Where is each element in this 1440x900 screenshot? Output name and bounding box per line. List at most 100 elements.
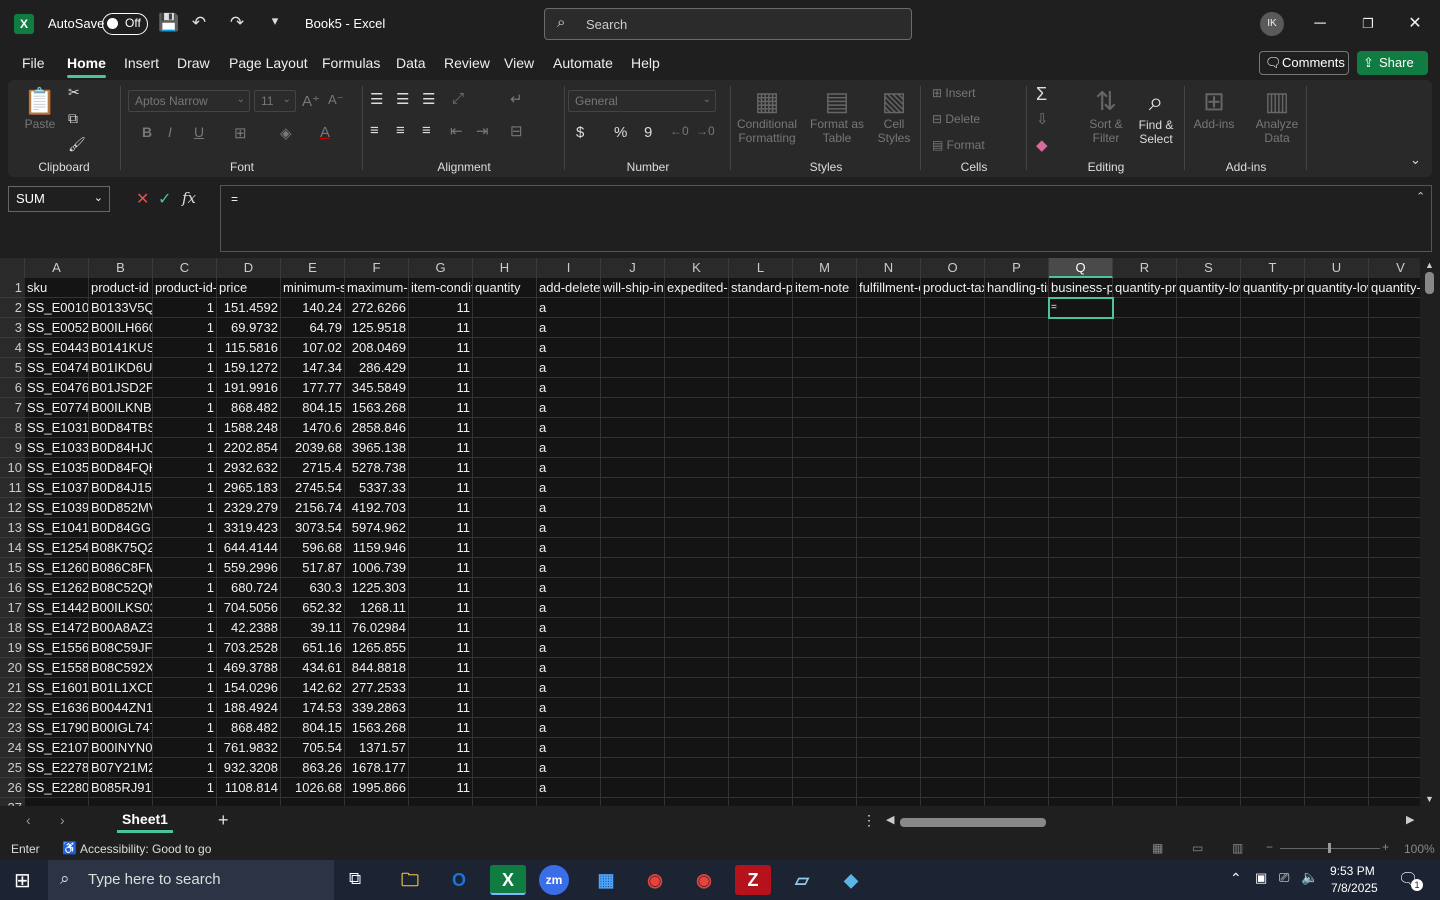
table-cell[interactable]: B08C592X [89,658,153,678]
table-cell[interactable] [729,378,793,398]
table-cell[interactable] [1113,498,1177,518]
table-cell[interactable]: a [537,318,601,338]
table-cell[interactable]: 11 [409,438,473,458]
table-cell[interactable] [1113,778,1177,798]
borders-icon[interactable]: ⊞ [234,124,247,142]
table-cell[interactable] [921,558,985,578]
table-cell[interactable] [665,758,729,778]
column-header[interactable]: U [1305,258,1369,278]
column-header[interactable]: A [25,258,89,278]
table-cell[interactable] [601,698,665,718]
table-cell[interactable] [1305,638,1369,658]
row-header[interactable]: 12 [0,498,25,518]
merge-center-icon[interactable]: ⊟ [510,122,523,140]
table-cell[interactable]: 277.2533 [345,678,409,698]
table-cell[interactable] [921,438,985,458]
table-cell[interactable] [1049,458,1113,478]
table-cell[interactable] [729,318,793,338]
table-cell[interactable]: 11 [409,578,473,598]
table-cell[interactable]: 1 [153,538,217,558]
row-header[interactable]: 27 [0,798,25,806]
column-header[interactable]: G [409,258,473,278]
table-cell[interactable] [1049,638,1113,658]
table-cell[interactable]: 188.4924 [217,698,281,718]
table-cell[interactable]: 2039.68 [281,438,345,458]
table-cell[interactable] [1241,338,1305,358]
search-box[interactable]: ⌕ Search [544,8,912,40]
network-icon[interactable]: ⎚ [1279,870,1289,886]
table-cell[interactable] [985,398,1049,418]
table-cell[interactable] [793,318,857,338]
table-cell[interactable]: 1 [153,318,217,338]
table-cell[interactable] [1369,298,1420,318]
column-title-cell[interactable]: quantity-price-1 [1241,278,1305,298]
table-cell[interactable]: 11 [409,418,473,438]
zoom-app-icon[interactable]: zm [539,865,569,895]
table-cell[interactable] [1369,398,1420,418]
save-icon[interactable]: 💾 [158,13,180,33]
table-cell[interactable]: a [537,738,601,758]
table-cell[interactable] [1049,318,1113,338]
table-cell[interactable]: 1 [153,398,217,418]
table-cell[interactable]: 11 [409,558,473,578]
table-cell[interactable]: 1108.814 [217,778,281,798]
windows-start-icon[interactable]: ⊞ [14,868,31,893]
table-cell[interactable]: 64.79 [281,318,345,338]
table-cell[interactable]: 2202.854 [217,438,281,458]
table-cell[interactable] [921,398,985,418]
align-left-icon[interactable]: ≡ [370,122,379,139]
table-cell[interactable] [473,718,537,738]
table-cell[interactable] [1241,558,1305,578]
table-cell[interactable] [1241,738,1305,758]
table-cell[interactable] [793,698,857,718]
table-cell[interactable] [729,418,793,438]
table-cell[interactable] [473,578,537,598]
row-header[interactable]: 3 [0,318,25,338]
table-cell[interactable] [1369,358,1420,378]
table-cell[interactable]: B0141KUS [89,338,153,358]
table-cell[interactable] [857,438,921,458]
column-title-cell[interactable]: minimum-seller-allowed-price [281,278,345,298]
table-cell[interactable] [729,578,793,598]
table-cell[interactable] [89,798,153,806]
table-cell[interactable]: 11 [409,738,473,758]
table-cell[interactable]: 142.62 [281,678,345,698]
row-header[interactable]: 15 [0,558,25,578]
table-cell[interactable]: SS_E00527 [25,318,89,338]
column-title-cell[interactable]: maximum-seller-allowed-price [345,278,409,298]
table-cell[interactable]: 125.9518 [345,318,409,338]
table-cell[interactable]: a [537,418,601,438]
table-cell[interactable]: 596.68 [281,538,345,558]
table-cell[interactable] [921,518,985,538]
table-cell[interactable]: 704.5056 [217,598,281,618]
column-header[interactable]: I [537,258,601,278]
table-cell[interactable] [729,638,793,658]
increase-indent-icon[interactable]: ⇥ [476,122,489,140]
table-cell[interactable] [1241,678,1305,698]
table-cell[interactable]: a [537,618,601,638]
align-bottom-icon[interactable]: ☰ [422,90,435,108]
table-cell[interactable]: a [537,678,601,698]
table-cell[interactable]: B0D84HJQ [89,438,153,458]
font-name-dropdown[interactable]: Aptos Narrow ⌄ [128,90,250,112]
table-cell[interactable]: 651.16 [281,638,345,658]
table-cell[interactable]: 868.482 [217,398,281,418]
table-cell[interactable]: 5278.738 [345,458,409,478]
currency-button[interactable]: $ [576,124,584,141]
table-cell[interactable] [1369,478,1420,498]
table-cell[interactable]: 11 [409,598,473,618]
table-cell[interactable]: 1470.6 [281,418,345,438]
table-cell[interactable] [1241,538,1305,558]
worksheet-grid[interactable]: ABCDEFGHIJKLMNOPQRSTUV 1 sku product-id pro… [0,258,1420,806]
table-cell[interactable]: B0D852MV [89,498,153,518]
table-cell[interactable] [857,538,921,558]
table-cell[interactable] [793,738,857,758]
table-cell[interactable]: SS_E10316 [25,418,89,438]
table-cell[interactable]: a [537,458,601,478]
table-cell[interactable] [921,418,985,438]
table-cell[interactable]: 3965.138 [345,438,409,458]
table-cell[interactable]: 2329.279 [217,498,281,518]
table-cell[interactable] [1241,778,1305,798]
table-cell[interactable] [921,718,985,738]
delete-cells-button[interactable]: ⊟ Delete [932,112,980,126]
